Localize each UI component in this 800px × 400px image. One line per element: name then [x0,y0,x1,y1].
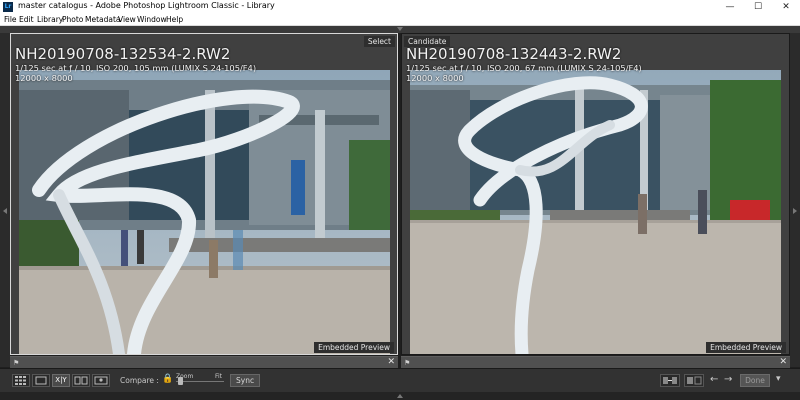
select-pane[interactable]: Select NH20190708-132534-2.RW2 1/125 sec… [10,33,398,355]
swap-icon [663,377,677,384]
toolbar-menu-chevron-icon[interactable]: ▾ [776,374,781,384]
expand-filmstrip-icon [397,394,403,398]
menu-file[interactable]: File [4,15,17,24]
loupe-view-button[interactable] [32,374,50,387]
previous-arrow-icon[interactable]: ← [710,374,718,385]
top-panel-toggle[interactable] [0,26,800,33]
loupe-icon [35,376,47,385]
collapse-top-icon [397,27,403,31]
expand-right-icon [793,208,797,214]
expand-left-icon [3,208,7,214]
window-title: master catalogus - Adobe Photoshop Light… [18,1,275,10]
select-pane-toolbar: ⚑ ✕ [10,356,398,368]
sync-button[interactable]: Sync [230,374,261,387]
menu-metadata[interactable]: Metadata [85,15,121,24]
select-tag: Select [363,36,395,47]
lightroom-app-icon: Lr [3,2,13,12]
compare-label: Compare : [120,376,159,385]
menu-edit[interactable]: Edit [19,15,34,24]
done-button[interactable]: Done [740,374,770,387]
flag-icon[interactable]: ⚑ [13,359,19,367]
grid-view-button[interactable] [12,374,30,387]
menu-photo[interactable]: Photo [62,15,83,24]
zoom-slider-knob[interactable] [178,377,183,385]
next-arrow-icon[interactable]: → [724,374,732,385]
minimize-button[interactable]: — [716,0,744,14]
survey-view-button[interactable] [72,374,90,387]
survey-icon [74,376,88,385]
menu-view[interactable]: View [118,15,136,24]
fit-label: Fit [215,373,223,380]
select-filename: NH20190708-132534-2.RW2 [15,45,231,63]
candidate-photo-image [410,70,781,354]
menu-help[interactable]: Help [166,15,183,24]
maximize-button[interactable]: ☐ [744,0,772,14]
menu-window[interactable]: Window [137,15,167,24]
candidate-photo[interactable] [410,70,781,354]
people-view-button[interactable] [92,374,110,387]
right-panel-toggle[interactable] [790,33,800,367]
flag-icon[interactable]: ⚑ [404,359,410,367]
select-photo[interactable] [19,70,390,354]
make-select-icon [687,376,702,385]
candidate-preview-label: Embedded Preview [706,342,786,353]
menu-bar: File Edit Library Photo Metadata View Wi… [0,14,800,26]
candidate-tag: Candidate [404,36,451,47]
grid-icon [15,376,26,385]
candidate-pane-toolbar: ⚑ ✕ [401,356,790,368]
candidate-pane[interactable]: Candidate NH20190708-132443-2.RW2 1/125 … [401,33,790,355]
swap-button[interactable] [660,374,680,387]
title-bar: Lr master catalogus - Adobe Photoshop Li… [0,0,800,14]
lock-icon[interactable]: 🔒 [162,374,173,384]
close-window-button[interactable]: ✕ [772,0,800,14]
compare-view-button[interactable]: X|Y [52,374,70,387]
candidate-close-icon[interactable]: ✕ [779,357,787,367]
zoom-slider-track[interactable] [176,381,224,382]
filmstrip-toggle[interactable] [0,392,800,400]
menu-library[interactable]: Library [37,15,63,24]
select-close-icon[interactable]: ✕ [387,357,395,367]
select-photo-image [19,70,390,354]
people-icon [94,376,108,385]
make-select-button[interactable] [684,374,704,387]
candidate-filename: NH20190708-132443-2.RW2 [406,45,622,63]
bottom-toolbar: X|Y Compare : 🔒 Zoom Fit Sync ← → Done ▾ [0,368,800,392]
select-preview-label: Embedded Preview [314,342,394,353]
left-panel-toggle[interactable] [0,33,10,367]
